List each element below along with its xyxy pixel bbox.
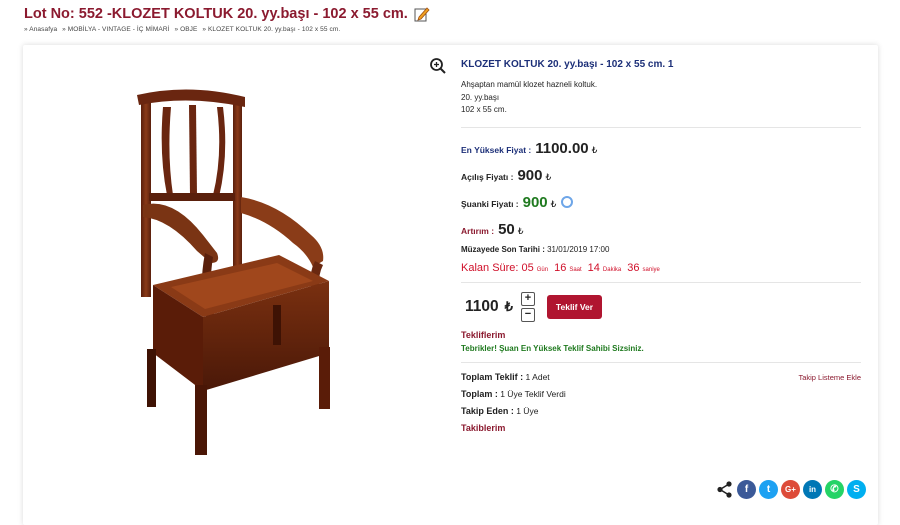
page-title-text: Lot No: 552 -KLOZET KOLTUK 20. yy.başı -… bbox=[24, 6, 408, 22]
deadline-value: 31/01/2019 17:00 bbox=[547, 244, 610, 254]
product-card: KLOZET KOLTUK 20. yy.başı - 102 x 55 cm.… bbox=[23, 45, 878, 525]
product-image[interactable] bbox=[93, 85, 373, 465]
total-row: Toplam : 1 Üye Teklif Verdi bbox=[461, 389, 861, 399]
bid-stepper: + − bbox=[520, 291, 535, 322]
hours-unit: Saat bbox=[569, 266, 582, 273]
total-label: Toplam : bbox=[461, 388, 498, 399]
twitter-icon[interactable]: t bbox=[759, 480, 778, 499]
breadcrumb: » Anasafya » MOBİLYA - VINTAGE - İÇ MİMA… bbox=[24, 26, 343, 33]
increment-value: 50 bbox=[498, 220, 515, 238]
bid-area: 1100 ₺ + − Teklif Ver bbox=[461, 291, 861, 322]
my-follows-link[interactable]: Takiblerim bbox=[461, 423, 861, 433]
divider bbox=[461, 281, 861, 283]
breadcrumb-current: » KLOZET KOLTUK 20. yy.başı - 102 x 55 c… bbox=[202, 26, 341, 33]
opening-price-value: 900 bbox=[517, 166, 543, 184]
desc-line: 102 x 55 cm. bbox=[461, 105, 507, 114]
google-plus-icon[interactable]: G+ bbox=[781, 480, 800, 499]
currency-symbol: ₺ bbox=[517, 225, 524, 236]
currency-symbol: ₺ bbox=[545, 171, 552, 182]
currency-symbol: ₺ bbox=[550, 198, 557, 209]
highest-price-label: En Yüksek Fiyat : bbox=[461, 144, 532, 155]
currency-symbol: ₺ bbox=[591, 144, 598, 155]
breadcrumb-category[interactable]: » MOBİLYA - VINTAGE - İÇ MİMARİ bbox=[62, 26, 169, 33]
followers-value: 1 Üye bbox=[516, 405, 539, 416]
deadline-label: Müzayede Son Tarihi : bbox=[461, 244, 545, 254]
bid-amount-input[interactable]: 1100 bbox=[465, 298, 499, 316]
followers-row: Takip Eden : 1 Üye bbox=[461, 406, 861, 416]
countdown: Kalan Süre: 05 Gün 16 Saat 14 Dakika 36 sani… bbox=[461, 262, 861, 274]
add-to-watchlist-link[interactable]: Takip Listeme Ekle bbox=[798, 373, 861, 382]
my-offers-title[interactable]: Tekliflerim bbox=[461, 330, 861, 340]
share-bar: f t G+ in ✆ S bbox=[715, 480, 866, 499]
facebook-icon[interactable]: f bbox=[737, 480, 756, 499]
highest-price-row: En Yüksek Fiyat : 1100.00 ₺ bbox=[461, 140, 861, 157]
whatsapp-icon[interactable]: ✆ bbox=[825, 480, 844, 499]
desc-line: 20. yy.başı bbox=[461, 92, 500, 102]
opening-price-label: Açılış Fiyatı : bbox=[461, 171, 514, 182]
countdown-hours: 16 bbox=[554, 261, 567, 274]
countdown-label: Kalan Süre: bbox=[461, 261, 519, 274]
decrease-bid-button[interactable]: − bbox=[520, 307, 535, 322]
share-icon[interactable] bbox=[715, 480, 734, 499]
desc-line: Ahşaptan mamül klozet hazneli koltuk. bbox=[461, 80, 598, 89]
total-value: 1 Üye Teklif Verdi bbox=[500, 388, 566, 399]
skype-icon[interactable]: S bbox=[847, 480, 866, 499]
days-unit: Gün bbox=[536, 266, 549, 273]
minutes-unit: Dakika bbox=[602, 266, 622, 273]
total-bids-row: Toplam Teklif : 1 Adet Takip Listeme Ekl… bbox=[461, 372, 861, 382]
seconds-unit: saniye bbox=[642, 266, 660, 273]
highest-price-value: 1100.00 bbox=[535, 139, 589, 157]
breadcrumb-subcategory[interactable]: » OBJE bbox=[174, 26, 197, 33]
edit-icon[interactable] bbox=[414, 6, 430, 22]
followers-label: Takip Eden : bbox=[461, 405, 514, 416]
countdown-days: 05 bbox=[521, 261, 534, 274]
page-title: Lot No: 552 -KLOZET KOLTUK 20. yy.başı -… bbox=[24, 6, 430, 22]
current-price-label: Şuanki Fiyatı : bbox=[461, 198, 519, 209]
opening-price-row: Açılış Fiyatı : 900 ₺ bbox=[461, 167, 861, 184]
bid-currency: ₺ bbox=[504, 298, 513, 314]
refresh-icon[interactable] bbox=[561, 195, 574, 208]
linkedin-icon[interactable]: in bbox=[803, 480, 822, 499]
zoom-icon[interactable] bbox=[429, 57, 447, 75]
success-message: Tebrikler! Şuan En Yüksek Teklif Sahibi … bbox=[461, 343, 644, 353]
total-bids-label: Toplam Teklif : bbox=[461, 371, 524, 382]
breadcrumb-home[interactable]: » Anasafya bbox=[24, 26, 57, 33]
product-description: Ahşaptan mamül klozet hazneli koltuk. 20… bbox=[461, 79, 861, 117]
current-price-row: Şuanki Fiyatı : 900 ₺ bbox=[461, 194, 861, 211]
total-bids-value: 1 Adet bbox=[525, 371, 550, 382]
place-bid-button[interactable]: Teklif Ver bbox=[546, 294, 603, 319]
current-price-value: 900 bbox=[522, 193, 548, 211]
increase-bid-button[interactable]: + bbox=[520, 291, 535, 306]
divider bbox=[461, 361, 861, 363]
increment-label: Artırım : bbox=[461, 225, 495, 236]
countdown-seconds: 36 bbox=[627, 261, 640, 274]
product-info: KLOZET KOLTUK 20. yy.başı - 102 x 55 cm.… bbox=[461, 59, 861, 433]
countdown-minutes: 14 bbox=[587, 261, 600, 274]
divider bbox=[461, 126, 861, 128]
product-title: KLOZET KOLTUK 20. yy.başı - 102 x 55 cm.… bbox=[461, 59, 674, 70]
increment-row: Artırım : 50 ₺ bbox=[461, 221, 861, 238]
deadline-row: Müzayede Son Tarihi : 31/01/2019 17:00 bbox=[461, 245, 861, 254]
